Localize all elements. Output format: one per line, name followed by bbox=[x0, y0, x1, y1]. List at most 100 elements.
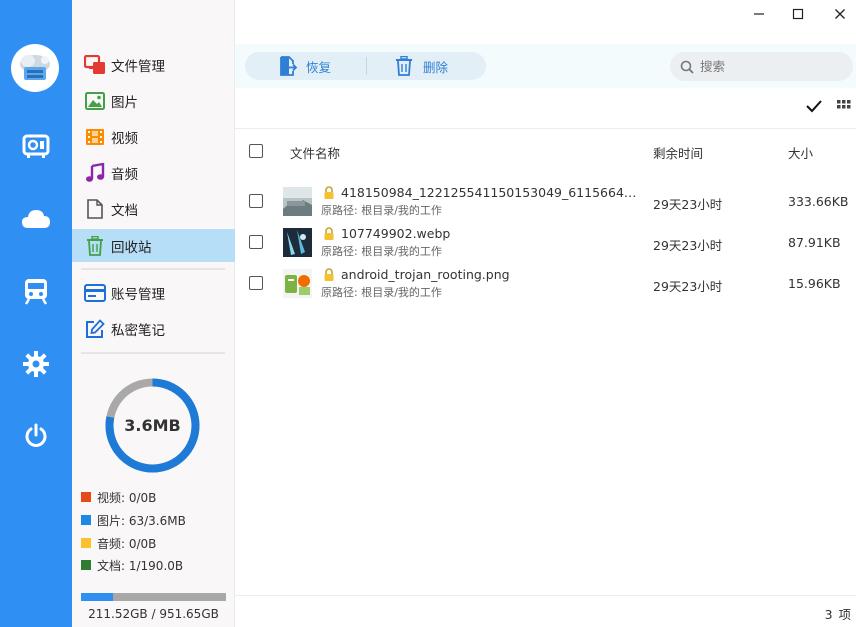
sidebar-item-label: 音频 bbox=[111, 166, 138, 183]
sidebar-item-label: 私密笔记 bbox=[111, 322, 165, 339]
delete-button[interactable]: 删除 bbox=[367, 52, 448, 80]
trash-icon bbox=[396, 56, 412, 76]
file-size: 87.91KB bbox=[788, 235, 841, 250]
legend-swatch bbox=[81, 538, 91, 548]
file-name: android_trojan_rooting.png bbox=[341, 267, 510, 282]
sidebar-item-label: 视频 bbox=[111, 130, 138, 147]
sidebar-item-label: 文档 bbox=[111, 202, 138, 219]
file-name: 107749902.webp bbox=[341, 226, 451, 241]
legend-label: 音频: 0/0B bbox=[97, 536, 157, 551]
power-icon bbox=[25, 423, 47, 447]
sidebar-item-recycle-bin[interactable]: 回收站 bbox=[72, 229, 235, 262]
table-row[interactable]: 418150984_122125541150153049_61156641646… bbox=[235, 181, 856, 221]
disk-usage-bar bbox=[81, 593, 226, 601]
cloud-icon bbox=[22, 210, 50, 228]
image-icon bbox=[84, 90, 106, 112]
minimize-icon bbox=[754, 13, 764, 15]
sidebar-item-images[interactable]: 图片 bbox=[72, 84, 235, 117]
file-original-path: 原路径: 根目录/我的工作 bbox=[321, 245, 442, 258]
legend-images: 图片: 63/3.6MB bbox=[81, 511, 186, 529]
select-mode-button[interactable] bbox=[804, 96, 824, 116]
item-count: 3 项 bbox=[824, 607, 852, 622]
gear-icon bbox=[23, 351, 49, 377]
column-header-name[interactable]: 文件名称 bbox=[290, 143, 340, 162]
title-bar bbox=[235, 0, 856, 30]
legend-label: 视频: 0/0B bbox=[97, 490, 157, 505]
column-header-size[interactable]: 大小 bbox=[788, 143, 813, 162]
disk-icon bbox=[22, 134, 50, 158]
search-input[interactable] bbox=[700, 59, 840, 74]
sidebar-item-label: 账号管理 bbox=[111, 286, 165, 303]
search-box bbox=[670, 52, 853, 81]
legend-audio: 音频: 0/0B bbox=[81, 534, 156, 552]
status-bar: 3 项 bbox=[235, 595, 856, 627]
restore-button[interactable]: 恢复 bbox=[245, 52, 366, 80]
maximize-icon bbox=[792, 8, 804, 20]
legend-documents: 文档: 1/190.0B bbox=[81, 556, 183, 574]
sidebar: 文件管理 图片 视频 音频 文档 回收站 账号管理 私密笔记 3.6MB 视频:… bbox=[72, 0, 235, 627]
lock-icon bbox=[324, 186, 334, 199]
toolbar: 恢复 删除 bbox=[235, 44, 856, 88]
train-icon bbox=[24, 279, 48, 305]
table-row[interactable]: 107749902.webp 原路径: 根目录/我的工作 29天23小时 87.… bbox=[235, 222, 856, 262]
file-manager-icon bbox=[84, 54, 106, 76]
action-group: 恢复 删除 bbox=[245, 52, 486, 80]
sidebar-divider bbox=[81, 352, 225, 354]
table-header: 文件名称 剩余时间 大小 bbox=[235, 128, 856, 172]
legend-label: 图片: 63/3.6MB bbox=[97, 513, 186, 528]
legend-swatch bbox=[81, 492, 91, 502]
sidebar-item-videos[interactable]: 视频 bbox=[72, 120, 235, 153]
column-header-remaining[interactable]: 剩余时间 bbox=[653, 143, 703, 162]
file-remaining-time: 29天23小时 bbox=[653, 238, 723, 253]
rail-cloud-button[interactable] bbox=[20, 203, 52, 235]
sidebar-item-private-notes[interactable]: 私密笔记 bbox=[72, 312, 235, 345]
legend-swatch bbox=[81, 515, 91, 525]
rail-power-button[interactable] bbox=[20, 420, 52, 452]
restore-label: 恢复 bbox=[306, 59, 332, 75]
select-all-checkbox[interactable] bbox=[249, 144, 263, 158]
rail-train-button[interactable] bbox=[20, 275, 52, 307]
sidebar-divider bbox=[81, 268, 225, 270]
trash-icon bbox=[84, 235, 106, 257]
minimize-button[interactable] bbox=[744, 3, 774, 25]
video-icon bbox=[84, 126, 106, 148]
storage-used-label: 3.6MB bbox=[124, 416, 181, 435]
file-size: 15.96KB bbox=[788, 276, 841, 291]
file-remaining-time: 29天23小时 bbox=[653, 197, 723, 212]
sidebar-item-documents[interactable]: 文档 bbox=[72, 192, 235, 225]
file-name: 418150984_122125541150153049_61156641646… bbox=[341, 185, 643, 200]
photo-thumb bbox=[283, 187, 312, 216]
file-size: 333.66KB bbox=[788, 194, 849, 209]
grid-view-button[interactable] bbox=[834, 96, 854, 116]
lock-icon bbox=[324, 268, 334, 281]
note-edit-icon bbox=[84, 318, 106, 340]
avatar[interactable] bbox=[11, 44, 59, 92]
document-icon bbox=[84, 198, 106, 220]
delete-label: 删除 bbox=[423, 59, 449, 75]
sidebar-item-file-manager[interactable]: 文件管理 bbox=[72, 48, 235, 81]
search-icon bbox=[680, 60, 694, 74]
close-button[interactable] bbox=[825, 3, 855, 25]
app-logo-icon bbox=[20, 55, 50, 80]
app-rail bbox=[0, 0, 72, 627]
table-row[interactable]: android_trojan_rooting.png 原路径: 根目录/我的工作… bbox=[235, 263, 856, 303]
rail-disk-button[interactable] bbox=[20, 130, 52, 162]
legend-swatch bbox=[81, 560, 91, 570]
rail-settings-button[interactable] bbox=[20, 348, 52, 380]
file-original-path: 原路径: 根目录/我的工作 bbox=[321, 286, 442, 299]
main-panel: 恢复 删除 搜索 文件名称 剩余时间 大小 418150984_12212554… bbox=[235, 0, 856, 627]
close-icon bbox=[835, 9, 845, 19]
sidebar-item-account-management[interactable]: 账号管理 bbox=[72, 276, 235, 309]
grid-icon bbox=[837, 100, 851, 109]
row-checkbox[interactable] bbox=[249, 276, 263, 290]
row-checkbox[interactable] bbox=[249, 235, 263, 249]
photo-thumb bbox=[283, 228, 312, 257]
checkmark-icon bbox=[806, 100, 822, 113]
row-checkbox[interactable] bbox=[249, 194, 263, 208]
legend-video: 视频: 0/0B bbox=[81, 488, 156, 506]
sidebar-item-audio[interactable]: 音频 bbox=[72, 156, 235, 189]
lock-icon bbox=[324, 227, 334, 240]
maximize-button[interactable] bbox=[783, 3, 813, 25]
sidebar-item-label: 回收站 bbox=[111, 239, 152, 256]
disk-usage-text: 211.52GB / 951.65GB bbox=[88, 607, 219, 621]
